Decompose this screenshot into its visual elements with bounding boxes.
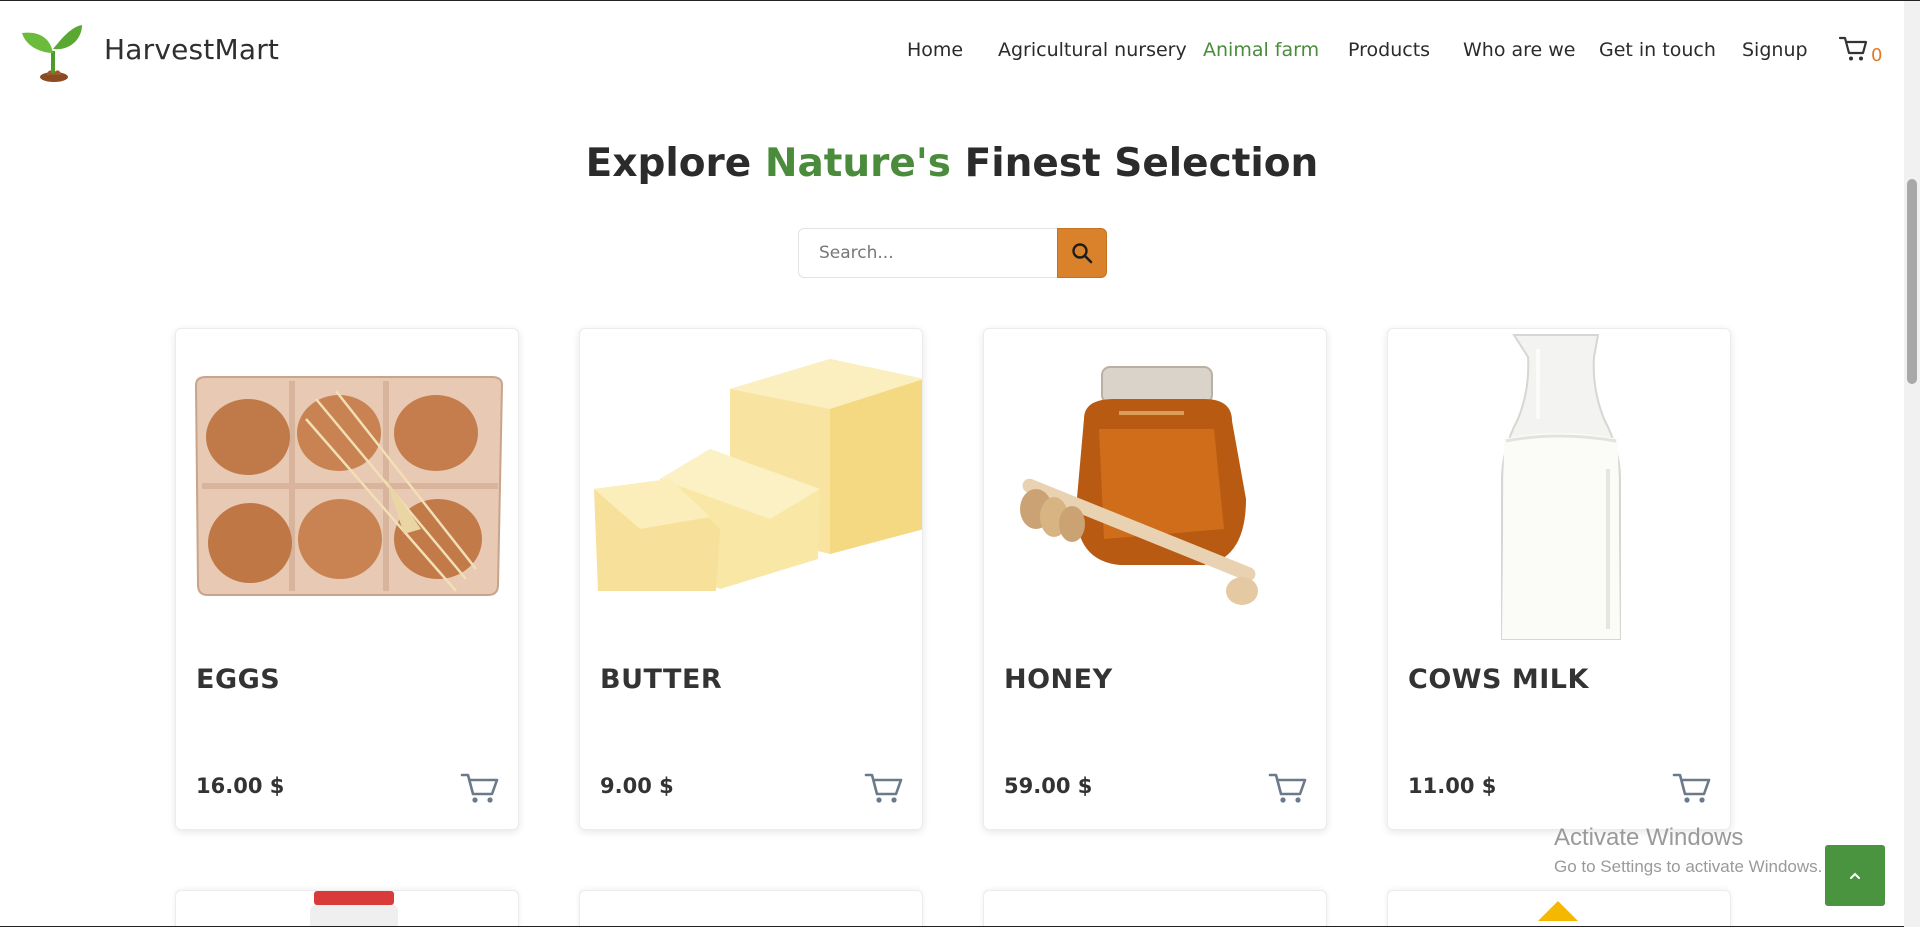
search-button[interactable] (1057, 228, 1107, 278)
product-price: 9.00 $ (600, 774, 674, 798)
eggs-image (194, 376, 504, 596)
sprout-logo-icon[interactable] (20, 23, 84, 83)
nav-get-in-touch[interactable]: Get in touch (1599, 39, 1716, 61)
nav-agricultural-nursery[interactable]: Agricultural nursery (998, 39, 1187, 61)
nav-who-are-we[interactable]: Who are we (1463, 39, 1576, 61)
activate-windows-title: Activate Windows (1554, 824, 1744, 851)
product-card[interactable]: HONEY 59.00 $ (983, 328, 1327, 830)
nav-home[interactable]: Home (907, 39, 963, 61)
nav-products[interactable]: Products (1348, 39, 1430, 61)
product-name[interactable]: COWS MILK (1408, 664, 1589, 695)
product-card[interactable] (1387, 890, 1731, 927)
search-input[interactable] (798, 228, 1058, 278)
cheese-image (1538, 901, 1578, 921)
product-card[interactable] (175, 890, 519, 927)
nav-animal-farm[interactable]: Animal farm (1203, 39, 1319, 61)
search-icon (1072, 243, 1093, 264)
product-card[interactable]: EGGS 16.00 $ (175, 328, 519, 830)
brand-name[interactable]: HarvestMart (104, 33, 279, 66)
page-title: Explore Nature's Finest Selection (0, 141, 1904, 186)
title-end: Finest Selection (951, 141, 1319, 186)
product-name[interactable]: HONEY (1004, 664, 1113, 695)
back-to-top-button[interactable] (1825, 845, 1885, 906)
product-name[interactable]: EGGS (196, 664, 280, 695)
add-to-cart-icon[interactable] (460, 771, 500, 805)
product-price: 11.00 $ (1408, 774, 1497, 798)
add-to-cart-icon[interactable] (1268, 771, 1308, 805)
product-price: 16.00 $ (196, 774, 285, 798)
scrollbar-thumb[interactable] (1907, 179, 1917, 384)
cart-count-badge: 0 (1871, 45, 1883, 66)
milk-image (1501, 334, 1621, 640)
add-to-cart-icon[interactable] (1672, 771, 1712, 805)
nav-signup[interactable]: Signup (1742, 39, 1808, 61)
product-card[interactable]: BUTTER 9.00 $ (579, 328, 923, 830)
product-card[interactable] (579, 890, 923, 927)
chevron-up-icon (1850, 872, 1860, 879)
page-scrollbar[interactable] (1904, 1, 1920, 927)
bottle-image (310, 891, 398, 927)
honey-image (1020, 366, 1258, 605)
site-header: HarvestMart Home Agricultural nursery An… (0, 1, 1904, 101)
cart-icon[interactable] (1838, 35, 1868, 63)
title-accent: Nature's (764, 141, 952, 186)
product-price: 59.00 $ (1004, 774, 1093, 798)
product-name[interactable]: BUTTER (600, 664, 722, 695)
add-to-cart-icon[interactable] (864, 771, 904, 805)
title-start: Explore (585, 141, 765, 186)
activate-windows-subtitle: Go to Settings to activate Windows. (1554, 857, 1823, 876)
product-card[interactable] (983, 890, 1327, 927)
search-bar (798, 228, 1107, 278)
product-card[interactable]: COWS MILK 11.00 $ (1387, 328, 1731, 830)
butter-image (594, 359, 922, 591)
